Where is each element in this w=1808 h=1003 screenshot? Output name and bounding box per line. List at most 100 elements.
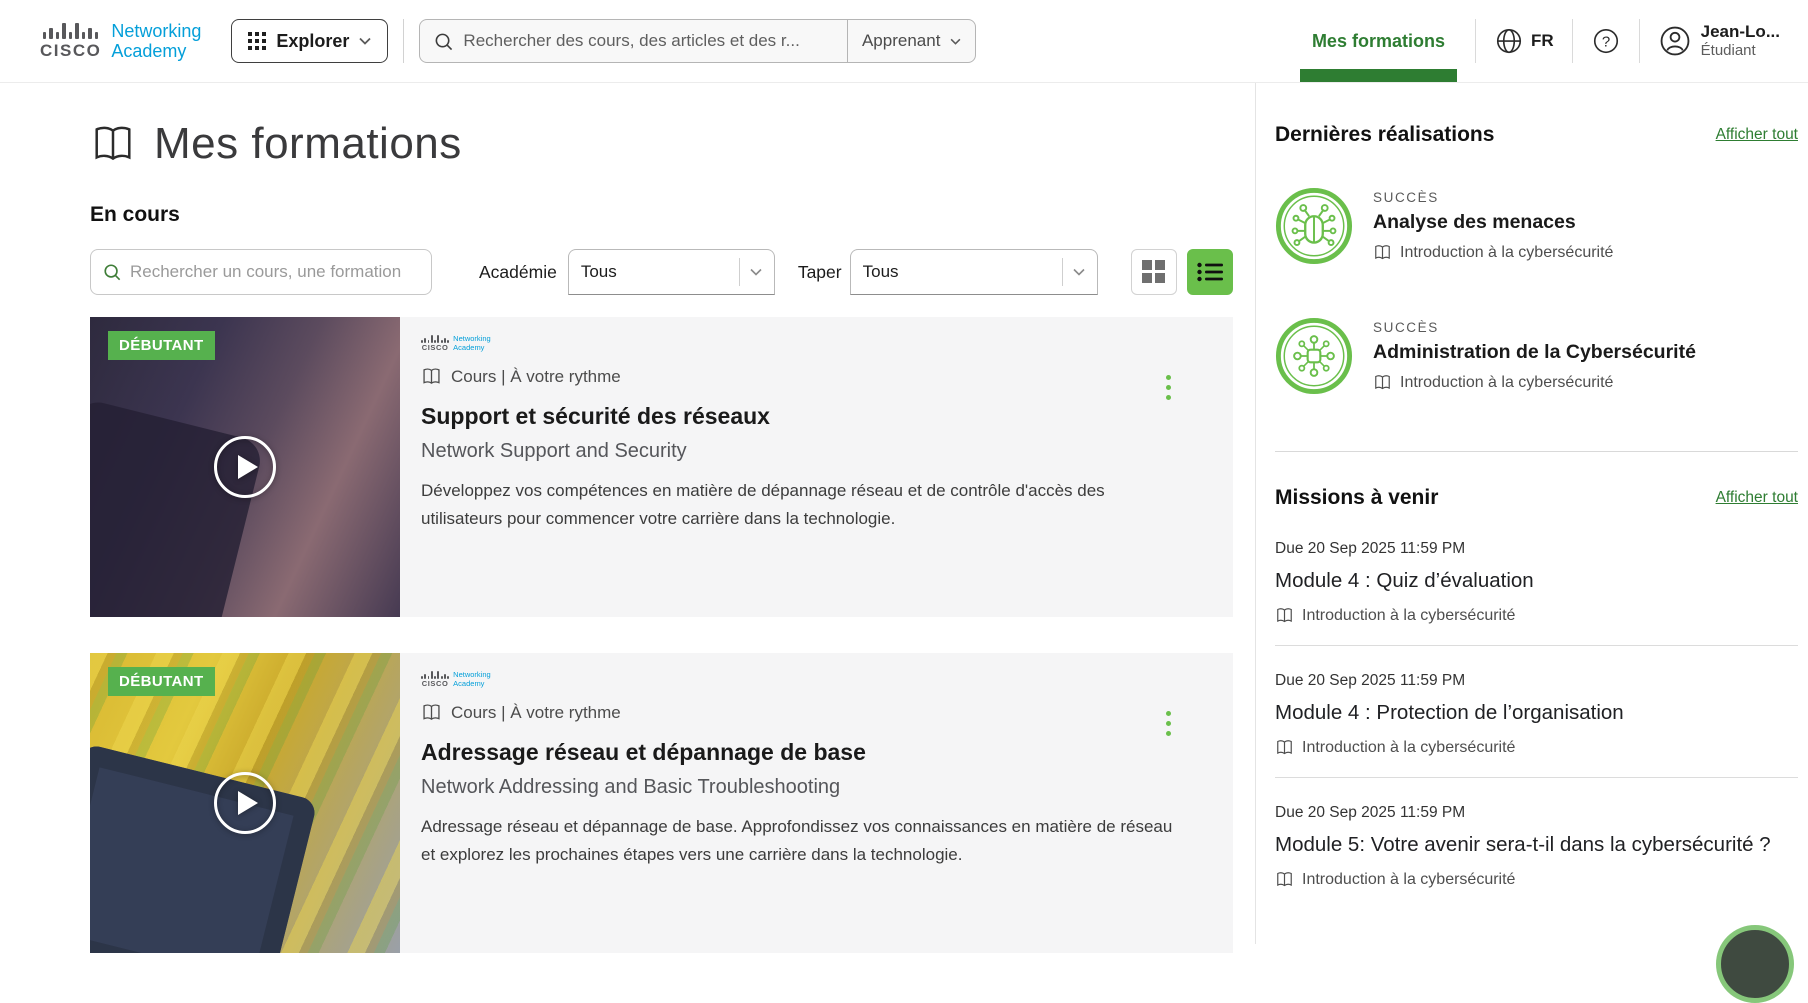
kebab-menu-button[interactable] (1162, 707, 1175, 740)
course-meta: Cours | À votre rythme (451, 703, 621, 723)
book-icon (421, 366, 442, 387)
chevron-down-icon (359, 37, 371, 45)
achievements-view-all-link[interactable]: Afficher tout (1716, 126, 1798, 144)
right-sidebar: Dernières réalisations Afficher tout (1256, 83, 1808, 944)
course-subtitle: Network Addressing and Basic Troubleshoo… (421, 776, 1209, 799)
divider (1275, 777, 1798, 778)
search-icon (103, 263, 121, 281)
grid-icon (248, 32, 266, 50)
globe-icon (1494, 26, 1524, 56)
grid-view-button[interactable] (1131, 249, 1177, 295)
main-content: Mes formations En cours Académie Tous Ta… (0, 83, 1256, 944)
section-title: En cours (90, 203, 1233, 227)
due-date: Due 20 Sep 2025 11:59 PM (1275, 804, 1798, 822)
achievement-course-link[interactable]: Introduction à la cybersécurité (1373, 373, 1696, 392)
assignment-course-link[interactable]: Introduction à la cybersécurité (1275, 738, 1798, 757)
list-view-button[interactable] (1187, 249, 1233, 295)
divider (1062, 258, 1063, 286)
assignments-view-all-link[interactable]: Afficher tout (1716, 489, 1798, 507)
chevron-down-icon (950, 38, 961, 45)
chat-button[interactable] (1716, 925, 1794, 1003)
achievement-title: Administration de la Cybersécurité (1373, 341, 1696, 364)
achievement-status: SUCCÈS (1373, 320, 1696, 335)
bug-badge-icon (1275, 187, 1353, 265)
cisco-netacad-logo: CISCO NetworkingAcademy (421, 671, 1209, 688)
cisco-wordmark: CISCO (40, 42, 101, 59)
book-icon (421, 702, 442, 723)
cisco-netacad-logo: CISCO NetworkingAcademy (421, 335, 1209, 352)
search-scope-select[interactable]: Apprenant (847, 20, 975, 62)
course-card[interactable]: DÉBUTANT CISCO NetworkingAcademy Cours |… (90, 653, 1233, 953)
assignment-item[interactable]: Due 20 Sep 2025 11:59 PM Module 5: Votre… (1275, 804, 1798, 889)
achievement-status: SUCCÈS (1373, 190, 1613, 205)
user-menu[interactable]: Jean-Lo... Étudiant (1658, 22, 1780, 60)
play-button[interactable] (214, 436, 276, 498)
cisco-bars-icon (43, 23, 99, 39)
assignment-title[interactable]: Module 4 : Protection de l’organisation (1275, 701, 1798, 725)
due-date: Due 20 Sep 2025 11:59 PM (1275, 672, 1798, 690)
kebab-menu-button[interactable] (1162, 371, 1175, 404)
chevron-down-icon (1073, 268, 1085, 276)
language-selector[interactable]: FR (1494, 26, 1554, 56)
nav-mes-formations[interactable]: Mes formations (1300, 0, 1457, 82)
divider (1475, 19, 1476, 63)
assignment-course-link[interactable]: Introduction à la cybersécurité (1275, 606, 1798, 625)
course-thumbnail: DÉBUTANT (90, 317, 400, 617)
assignment-title[interactable]: Module 5: Votre avenir sera-t-il dans la… (1275, 833, 1798, 857)
explorer-label: Explorer (276, 31, 349, 52)
course-search-input[interactable] (130, 262, 431, 282)
play-button[interactable] (214, 772, 276, 834)
divider (739, 258, 740, 286)
cisco-netacad-logo[interactable]: CISCO Networking Academy (40, 21, 201, 61)
course-description: Développez vos compétences en matière de… (421, 477, 1181, 533)
achievement-item[interactable]: SUCCÈS Administration de la Cybersécurit… (1275, 317, 1798, 395)
search-scope-value: Apprenant (862, 31, 940, 51)
academy-select[interactable]: Tous (568, 249, 775, 295)
assignment-title[interactable]: Module 4 : Quiz d’évaluation (1275, 569, 1798, 593)
chevron-down-icon (750, 268, 762, 276)
divider (1639, 19, 1640, 63)
user-role: Étudiant (1701, 42, 1780, 60)
achievements-title: Dernières réalisations (1275, 123, 1494, 147)
course-description: Adressage réseau et dépannage de base. A… (421, 813, 1181, 869)
book-icon (1275, 870, 1294, 889)
divider (1572, 19, 1573, 63)
achievement-title: Analyse des menaces (1373, 211, 1613, 234)
course-title[interactable]: Adressage réseau et dépannage de base (421, 739, 1209, 766)
academy-value: Tous (581, 262, 739, 282)
book-icon (1373, 373, 1392, 392)
book-icon (1275, 606, 1294, 625)
course-thumbnail: DÉBUTANT (90, 653, 400, 953)
global-search: Apprenant (419, 19, 976, 63)
type-select[interactable]: Tous (850, 249, 1098, 295)
achievement-course-link[interactable]: Introduction à la cybersécurité (1373, 243, 1613, 262)
cisco-bars-icon (421, 335, 449, 343)
explorer-button[interactable]: Explorer (231, 19, 388, 63)
svg-text:?: ? (1601, 33, 1609, 50)
course-title[interactable]: Support et sécurité des réseaux (421, 403, 1209, 430)
type-label: Taper (798, 262, 842, 283)
assignments-title: Missions à venir (1275, 486, 1438, 510)
divider (1275, 451, 1798, 452)
search-icon (434, 32, 453, 51)
course-subtitle: Network Support and Security (421, 440, 1209, 463)
help-button[interactable]: ? (1591, 26, 1621, 56)
global-search-input[interactable] (463, 31, 847, 51)
divider (403, 19, 404, 63)
course-card[interactable]: DÉBUTANT CISCO NetworkingAcademy Cours |… (90, 317, 1233, 617)
brand-name: Networking Academy (111, 21, 201, 61)
academy-label: Académie (479, 262, 557, 283)
page-title: Mes formations (154, 119, 462, 169)
assignment-item[interactable]: Due 20 Sep 2025 11:59 PM Module 4 : Prot… (1275, 672, 1798, 757)
course-meta: Cours | À votre rythme (451, 367, 621, 387)
assignment-course-link[interactable]: Introduction à la cybersécurité (1275, 870, 1798, 889)
top-header: CISCO Networking Academy Explorer Appren… (0, 0, 1808, 83)
course-search (90, 249, 432, 295)
divider (1275, 645, 1798, 646)
achievement-item[interactable]: SUCCÈS Analyse des menaces Introduction … (1275, 187, 1798, 265)
help-icon: ? (1591, 26, 1621, 56)
list-view-icon (1197, 262, 1223, 282)
assignment-item[interactable]: Due 20 Sep 2025 11:59 PM Module 4 : Quiz… (1275, 540, 1798, 625)
network-badge-icon (1275, 317, 1353, 395)
level-badge: DÉBUTANT (108, 667, 215, 696)
